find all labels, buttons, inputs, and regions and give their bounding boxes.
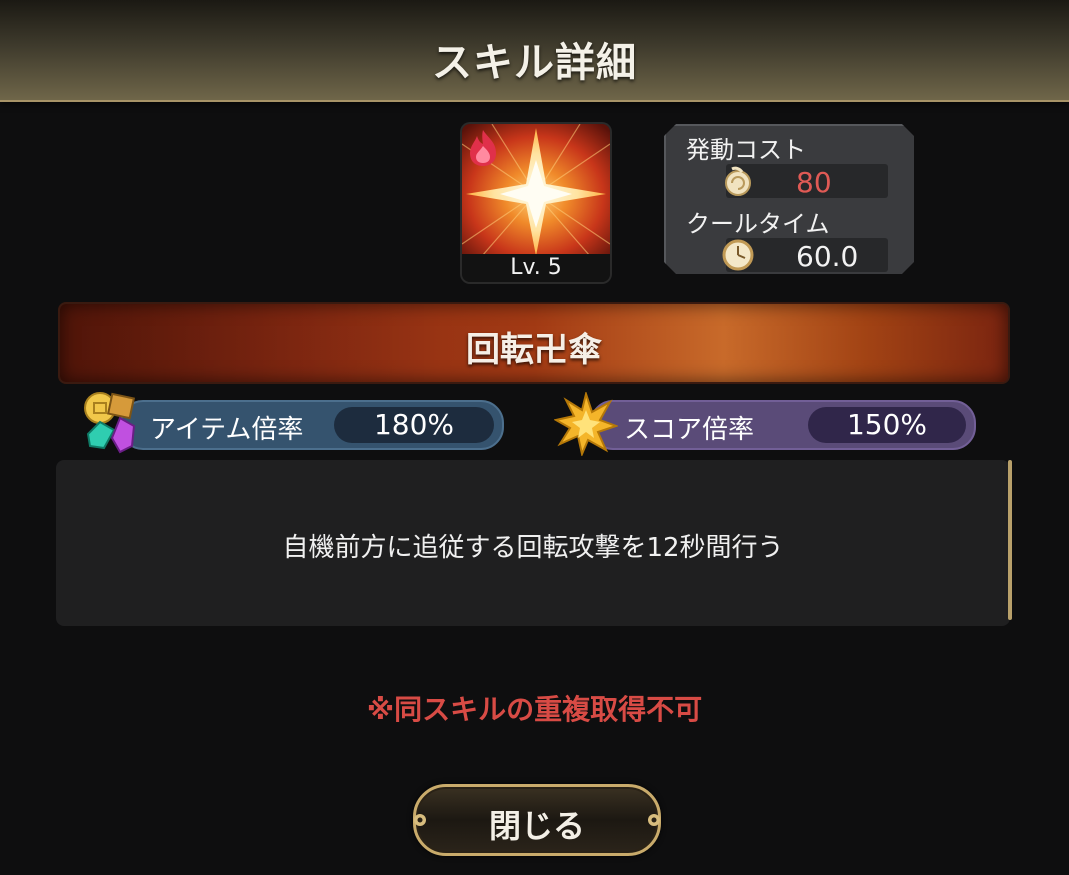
gems-icon [84, 392, 136, 454]
skill-icon-card: Lv. 5 [462, 124, 610, 282]
fire-icon [470, 130, 496, 166]
cooldown-label: クールタイム [686, 210, 830, 238]
header-bar: スキル詳細 [0, 0, 1069, 102]
close-button[interactable]: 閉じる [413, 784, 661, 856]
skill-description: 自機前方に追従する回転攻撃を12秒間行う [282, 533, 784, 563]
swirl-icon [725, 166, 751, 196]
cooldown-row: 60.0 [722, 238, 888, 273]
scrollbar[interactable] [1008, 460, 1012, 620]
activation-cost-label: 発動コスト [686, 136, 806, 164]
item-multiplier: アイテム倍率 180% [120, 400, 504, 450]
clock-icon [722, 239, 754, 271]
skill-level: Lv. 5 [462, 254, 610, 282]
duplicate-notice: ※同スキルの重複取得不可 [366, 693, 703, 726]
activation-cost-row: 80 [725, 164, 888, 199]
activation-cost-value: 80 [796, 166, 832, 199]
description-box: 自機前方に追従する回転攻撃を12秒間行う [56, 460, 1010, 626]
skill-name-banner: 回転卍傘 [58, 302, 1010, 384]
star-burst-icon [554, 392, 618, 456]
cooldown-value: 60.0 [796, 240, 859, 273]
score-multiplier: スコア倍率 150% [590, 400, 976, 450]
page-title: スキル詳細 [432, 40, 637, 86]
ornament-right-icon [648, 814, 660, 826]
item-multiplier-value: 180% [334, 407, 494, 443]
close-button-label: 閉じる [488, 807, 585, 845]
item-multiplier-label: アイテム倍率 [150, 415, 304, 445]
score-multiplier-value: 150% [808, 407, 966, 443]
cost-panel: 発動コスト 80 クールタイム 60.0 [664, 124, 914, 274]
skill-name: 回転卍傘 [466, 330, 602, 370]
score-multiplier-label: スコア倍率 [624, 415, 755, 445]
